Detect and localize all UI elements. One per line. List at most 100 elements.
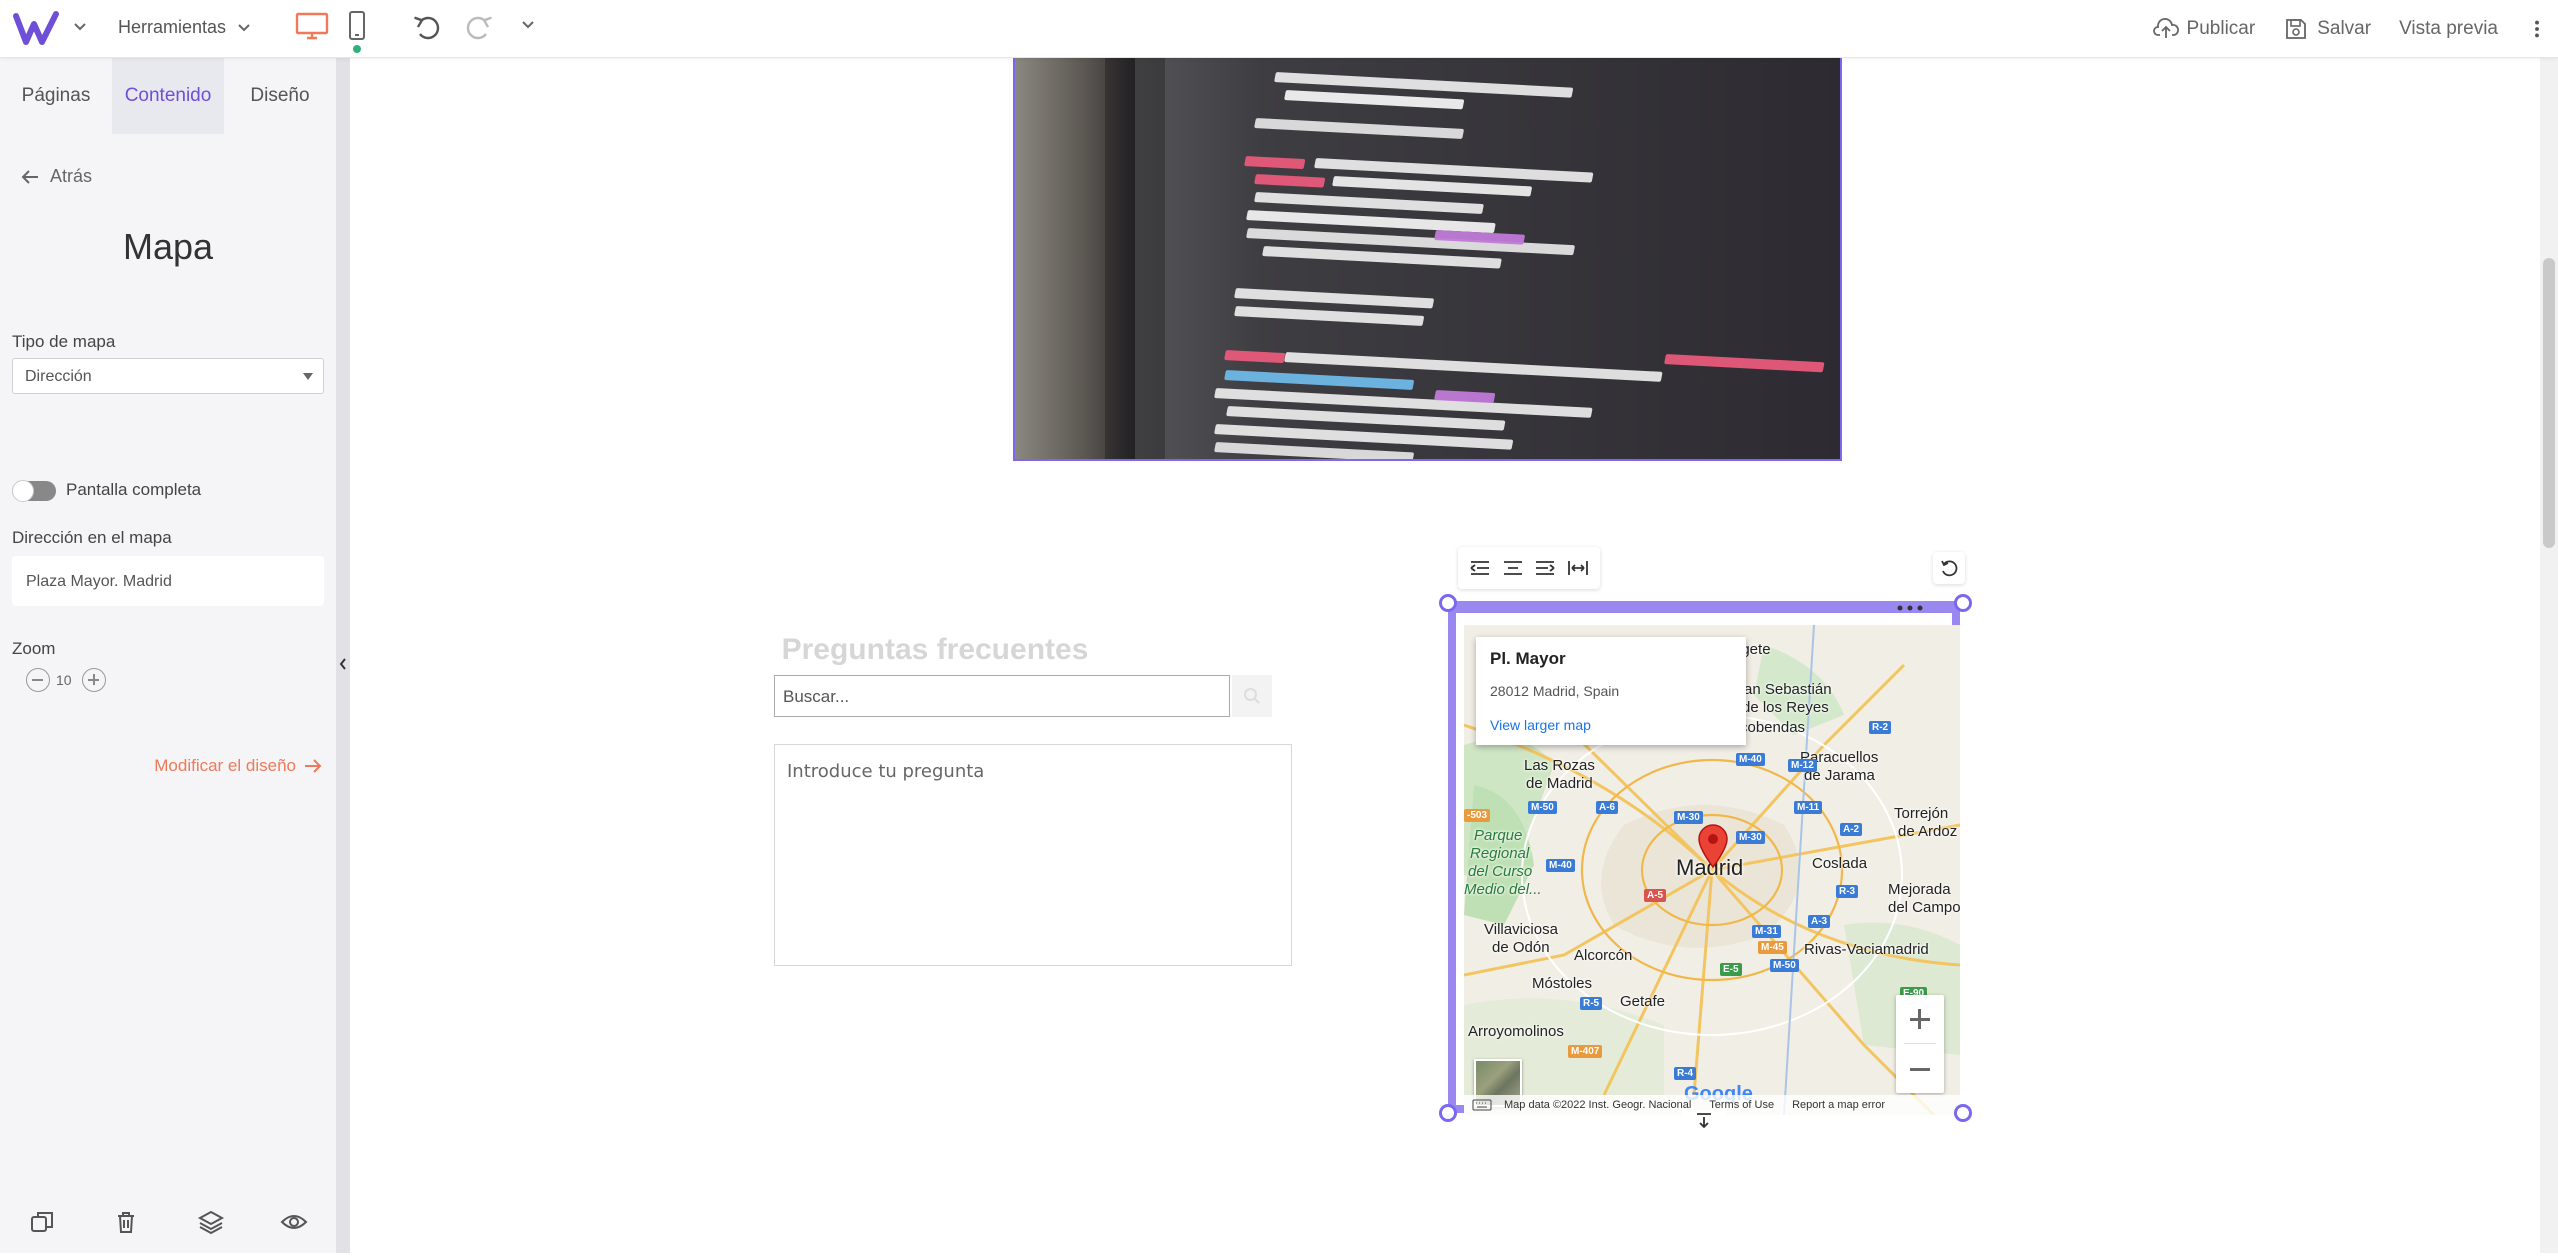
map-road-badge: R-4 (1674, 1067, 1697, 1080)
map-road-badge: M-40 (1546, 859, 1575, 872)
eye-icon[interactable] (280, 1208, 308, 1236)
code-line (1254, 118, 1465, 139)
map-zoom-control (1896, 995, 1944, 1093)
map-info-card: Pl. Mayor 28012 Madrid, Spain View large… (1476, 637, 1746, 745)
move-down-icon (1697, 1113, 1711, 1129)
tools-menu[interactable]: Herramientas (118, 12, 252, 42)
undo-icon[interactable] (412, 12, 444, 42)
map-city-label: Mejorada (1888, 881, 1951, 898)
publish-label: Publicar (2186, 18, 2256, 39)
address-input[interactable]: Plaza Mayor. Madrid (12, 556, 324, 606)
map-pin-icon (1698, 824, 1728, 869)
faq-question-placeholder: Introduce tu pregunta (787, 761, 985, 782)
map-road-badge: -503 (1464, 809, 1491, 822)
fullscreen-toggle[interactable] (12, 480, 56, 502)
panel-title: Mapa (122, 226, 214, 267)
zoom-increase-button[interactable] (82, 668, 106, 692)
code-line (1224, 370, 1415, 390)
preview-button[interactable]: Vista previa (2399, 18, 2498, 40)
code-line (1244, 156, 1306, 170)
editor-canvas: Preguntas frecuentes Buscar... Introduce… (350, 58, 2540, 1253)
map-road-badge: A-5 (1644, 889, 1667, 902)
map-type-select[interactable]: Dirección (12, 358, 324, 394)
map-city-label: Villaviciosa (1484, 921, 1558, 938)
code-line (1234, 288, 1435, 309)
zoom-separator (1904, 1043, 1936, 1044)
map-city-label: Rivas-Vaciamadrid (1804, 941, 1929, 958)
code-line (1254, 192, 1484, 215)
align-left-icon[interactable] (1469, 558, 1491, 578)
search-icon (1244, 688, 1260, 704)
modify-design-link[interactable]: Modificar el diseño (154, 756, 322, 776)
trash-icon[interactable] (112, 1208, 140, 1236)
canvas-scrollbar[interactable] (2540, 58, 2558, 1253)
save-button[interactable]: Salvar (2283, 17, 2371, 41)
map-bottom-handle[interactable] (1682, 1110, 1726, 1138)
faq-title: Preguntas frecuentes (781, 633, 1089, 666)
reset-button[interactable] (1933, 552, 1965, 584)
faq-search-placeholder: Buscar... (783, 687, 850, 706)
chevron-down-icon[interactable] (518, 14, 538, 34)
back-label: Atrás (50, 166, 93, 186)
resize-handle[interactable] (1439, 594, 1457, 612)
logo-icon[interactable] (12, 8, 60, 50)
map-zoom-out-button[interactable] (1896, 1045, 1944, 1093)
view-larger-map-link[interactable]: View larger map (1490, 717, 1732, 733)
panel-collapse-handle[interactable] (336, 58, 350, 1253)
tab-design[interactable]: Diseño (224, 58, 336, 134)
map-road-badge: M-407 (1568, 1045, 1603, 1058)
map-road-badge: R-3 (1836, 885, 1859, 898)
report-map-error-link[interactable]: Report a map error (1792, 1099, 1885, 1111)
map-view[interactable]: Algete San Sebastián de los Reyes cobend… (1464, 625, 1960, 1115)
arrow-right-icon (305, 759, 322, 773)
toggle-knob (12, 480, 34, 502)
align-center-icon[interactable] (1502, 558, 1524, 578)
map-city-label: Regional (1470, 845, 1530, 862)
code-line (1332, 176, 1533, 197)
faq-search-input[interactable]: Buscar... (774, 675, 1230, 717)
image-gutter (1105, 58, 1165, 459)
more-horizontal-icon[interactable] (1890, 601, 1930, 615)
map-block[interactable]: Algete San Sebastián de los Reyes cobend… (1448, 601, 1960, 1115)
code-line (1254, 174, 1326, 188)
keyboard-icon[interactable] (1472, 1099, 1492, 1111)
code-image[interactable] (1013, 58, 1842, 461)
faq-search-button[interactable] (1232, 675, 1272, 717)
map-road-badge: E-5 (1720, 963, 1742, 976)
full-width-icon[interactable] (1567, 558, 1589, 578)
map-zoom-in-button[interactable] (1896, 995, 1944, 1043)
redo-icon[interactable] (462, 12, 494, 42)
map-road-badge: M-11 (1794, 801, 1823, 814)
map-city-label: Coslada (1812, 855, 1868, 872)
info-card-address: 28012 Madrid, Spain (1490, 683, 1620, 699)
layers-icon[interactable] (197, 1208, 225, 1236)
more-options-icon[interactable] (2524, 17, 2550, 41)
desktop-view-icon[interactable] (295, 12, 329, 40)
map-city-label: del Campo (1888, 899, 1960, 916)
code-line (1234, 306, 1425, 326)
resize-handle[interactable] (1439, 1104, 1457, 1122)
back-button[interactable]: Atrás (20, 166, 92, 187)
map-road-badge: A-6 (1596, 801, 1619, 814)
resize-handle[interactable] (1954, 594, 1972, 612)
publish-button[interactable]: Publicar (2152, 17, 2256, 41)
resize-handle[interactable] (1954, 1104, 1972, 1122)
preview-label: Vista previa (2399, 18, 2498, 39)
map-road-badge: M-12 (1788, 759, 1817, 772)
map-city-label: de Ardoz (1898, 823, 1958, 840)
scrollbar-thumb[interactable] (2543, 258, 2555, 548)
faq-question-textarea[interactable]: Introduce tu pregunta (774, 744, 1292, 966)
tab-content[interactable]: Contenido (112, 58, 224, 134)
terms-of-use-link[interactable]: Terms of Use (1709, 1099, 1774, 1111)
align-right-icon[interactable] (1534, 558, 1556, 578)
chevron-down-icon[interactable] (70, 16, 90, 36)
duplicate-icon[interactable] (28, 1208, 56, 1236)
cloud-upload-icon (2152, 18, 2179, 38)
map-city-label: Getafe (1620, 993, 1666, 1010)
mobile-view-icon[interactable] (347, 10, 367, 42)
tab-pages[interactable]: Páginas (0, 58, 112, 134)
map-city-label: Medio del... (1464, 881, 1542, 898)
zoom-decrease-button[interactable] (26, 668, 50, 692)
map-city-label: Móstoles (1532, 975, 1593, 992)
map-road-badge: R-5 (1580, 997, 1603, 1010)
